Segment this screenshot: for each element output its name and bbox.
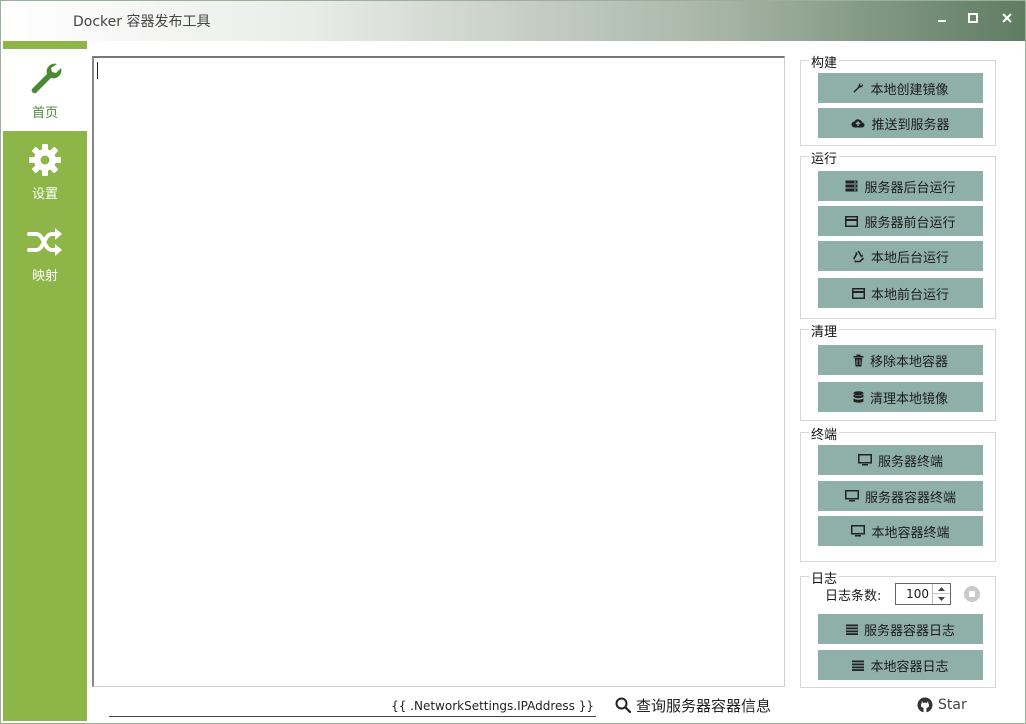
search-icon <box>615 697 631 713</box>
list-icon <box>845 624 858 635</box>
stop-log-button[interactable] <box>964 586 980 602</box>
minimize-button[interactable] <box>929 7 955 29</box>
server-icon <box>845 180 858 192</box>
sidebar-item-label: 映射 <box>31 268 58 284</box>
group-title: 清理 <box>809 321 840 340</box>
button-label: 推送到服务器 <box>871 117 950 133</box>
stepper-up-button[interactable] <box>933 584 950 594</box>
star-label: Star <box>938 697 967 713</box>
query-label: 查询服务器容器信息 <box>636 696 772 715</box>
sidebar-item-label: 首页 <box>31 105 58 121</box>
local-container-log-button[interactable]: 本地容器日志 <box>818 650 983 680</box>
monitor-icon <box>851 525 866 537</box>
query-container-info-button[interactable]: 查询服务器容器信息 <box>615 693 771 717</box>
button-label: 服务器后台运行 <box>864 180 956 196</box>
github-icon <box>917 697 933 713</box>
button-label: 服务器前台运行 <box>864 215 956 231</box>
close-icon <box>1002 13 1012 23</box>
server-container-log-button[interactable]: 服务器容器日志 <box>818 614 983 644</box>
minimize-icon <box>938 20 946 22</box>
sidebar-item-label: 设置 <box>31 186 58 202</box>
build-local-image-button[interactable]: 本地创建镜像 <box>818 73 983 103</box>
wrench-icon <box>31 63 62 93</box>
group-run: 运行 服务器后台运行 服务器前台运行 本地后台运行 本地前台运行 <box>800 148 996 319</box>
close-button[interactable] <box>994 7 1020 29</box>
local-background-run-button[interactable]: 本地后台运行 <box>818 241 983 271</box>
button-label: 本地容器终端 <box>871 525 950 541</box>
monitor-icon <box>857 454 872 466</box>
stepper-down-button[interactable] <box>933 594 950 604</box>
group-title: 终端 <box>809 424 840 443</box>
trash-icon <box>853 354 864 366</box>
sidebar: 首页 设置 映射 <box>3 41 87 721</box>
wrench-icon <box>853 82 864 93</box>
card-icon <box>845 215 859 227</box>
local-container-terminal-button[interactable]: 本地容器终端 <box>818 516 983 546</box>
group-build: 构建 本地创建镜像 推送到服务器 <box>800 52 996 146</box>
local-foreground-run-button[interactable]: 本地前台运行 <box>818 278 983 308</box>
group-title: 构建 <box>809 52 840 71</box>
log-count-label: 日志条数: <box>825 589 882 604</box>
button-label: 移除本地容器 <box>869 354 948 370</box>
log-count-value[interactable]: 100 <box>896 584 932 604</box>
button-label: 本地前台运行 <box>870 287 949 303</box>
group-clean: 清理 移除本地容器 清理本地镜像 <box>800 321 996 421</box>
maximize-icon <box>968 13 978 23</box>
button-label: 服务器容器终端 <box>864 490 956 506</box>
clean-local-image-button[interactable]: 清理本地镜像 <box>818 382 983 412</box>
server-terminal-button[interactable]: 服务器终端 <box>818 445 983 475</box>
button-label: 清理本地镜像 <box>869 391 948 407</box>
button-label: 服务器终端 <box>877 454 943 470</box>
server-foreground-run-button[interactable]: 服务器前台运行 <box>818 206 983 236</box>
caret-down-icon <box>938 597 945 601</box>
console-output[interactable] <box>92 56 785 687</box>
caret-up-icon <box>938 586 945 591</box>
log-count-stepper[interactable]: 100 <box>895 583 951 605</box>
group-log: 日志 日志条数: 100 服务器容器日志 本地容器日志 <box>800 568 996 688</box>
stepper-arrows <box>932 584 950 604</box>
title-bar[interactable]: Docker 容器发布工具 <box>1 1 1025 41</box>
remove-local-container-button[interactable]: 移除本地容器 <box>818 345 983 375</box>
sidebar-item-settings[interactable]: 设置 <box>3 131 87 213</box>
recycle-icon <box>853 250 864 263</box>
list-icon <box>852 660 865 671</box>
sidebar-item-home[interactable]: 首页 <box>3 49 87 131</box>
button-label: 服务器容器日志 <box>863 623 955 639</box>
shuffle-icon <box>27 227 62 256</box>
stop-icon <box>969 591 975 597</box>
button-label: 本地容器日志 <box>870 659 949 675</box>
window-title: Docker 容器发布工具 <box>73 14 211 30</box>
gear-icon <box>29 143 61 176</box>
card-icon <box>851 287 865 299</box>
server-container-terminal-button[interactable]: 服务器容器终端 <box>818 481 983 511</box>
format-input[interactable] <box>109 695 596 717</box>
group-terminal: 终端 服务器终端 服务器容器终端 本地容器终端 <box>800 424 996 562</box>
cloud-upload-icon <box>851 119 865 128</box>
button-label: 本地创建镜像 <box>870 82 949 98</box>
github-star-button[interactable]: Star <box>917 693 967 717</box>
app-window: Docker 容器发布工具 首页 设置 映射 {{.NetworkSettin… <box>0 0 1026 724</box>
server-background-run-button[interactable]: 服务器后台运行 <box>818 171 983 201</box>
monitor-icon <box>844 490 859 502</box>
database-icon <box>853 390 864 403</box>
group-title: 运行 <box>809 148 840 167</box>
push-to-server-button[interactable]: 推送到服务器 <box>818 108 983 138</box>
button-label: 本地后台运行 <box>870 250 949 266</box>
maximize-button[interactable] <box>960 7 986 29</box>
text-caret <box>97 62 98 79</box>
sidebar-item-mapping[interactable]: 映射 <box>3 213 87 295</box>
